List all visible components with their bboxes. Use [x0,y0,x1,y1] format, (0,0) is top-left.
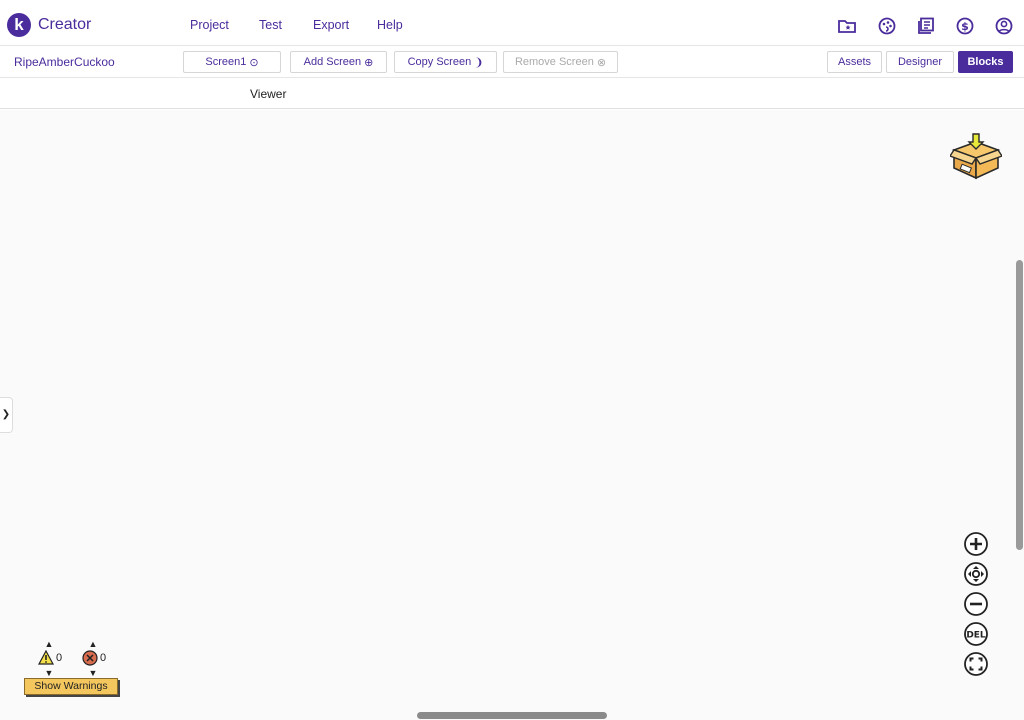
fullscreen-icon[interactable] [963,651,989,677]
show-warnings-button[interactable]: Show Warnings [24,678,118,695]
screen-toolbar: RipeAmberCuckoo Screen1 ⊙ Add Screen ⊕ C… [0,46,1024,78]
prev-warning-icon[interactable]: ▲ [44,639,54,649]
remove-screen-label: Remove Screen [514,56,594,68]
add-screen-button[interactable]: Add Screen ⊕ [290,51,387,73]
menu-project[interactable]: Project [190,18,229,32]
delete-icon[interactable]: DEL [963,621,989,647]
app-logo[interactable]: k [7,13,31,37]
project-name: RipeAmberCuckoo [14,55,115,69]
next-warning-icon[interactable]: ▼ [44,668,54,678]
palette-icon[interactable] [877,16,897,36]
center-icon[interactable] [963,561,989,587]
warning-indicator: ▲ 0 ▼ [36,639,66,679]
designer-button[interactable]: Designer [886,51,954,73]
copy-icon: ❩ [474,56,484,69]
menu-help[interactable]: Help [377,18,403,32]
library-icon[interactable] [916,16,936,36]
zoom-in-icon[interactable] [963,531,989,557]
warning-icon [38,650,54,665]
viewer-label: Viewer [250,87,287,101]
error-indicator: ▲ 0 ▼ [80,639,110,679]
chevron-right-icon[interactable]: ❯ [0,397,13,433]
account-icon[interactable] [994,16,1014,36]
backpack-icon[interactable] [948,132,1004,182]
next-error-icon[interactable]: ▼ [88,668,98,678]
blocks-workspace[interactable] [0,110,1024,720]
assets-button[interactable]: Assets [827,51,882,73]
viewer-header: Viewer [0,78,1024,109]
screen-select-button[interactable]: Screen1 ⊙ [183,51,281,73]
menu-test[interactable]: Test [259,18,282,32]
copy-screen-button[interactable]: Copy Screen ❩ [394,51,497,73]
svg-text:$: $ [961,20,969,33]
menu-export[interactable]: Export [313,18,349,32]
plus-circle-icon: ⊕ [364,56,374,69]
app-title: Creator [38,16,92,33]
vertical-scrollbar[interactable] [1016,260,1023,550]
dollar-icon[interactable]: $ [955,16,975,36]
error-icon [82,650,98,666]
copy-screen-label: Copy Screen [407,56,472,68]
prev-error-icon[interactable]: ▲ [88,639,98,649]
warning-count: 0 [56,652,63,664]
close-circle-icon: ⊗ [596,56,607,69]
error-count: 0 [100,652,107,664]
horizontal-scrollbar[interactable] [417,712,607,719]
zoom-out-icon[interactable] [963,591,989,617]
add-screen-label: Add Screen [303,56,362,68]
chevron-down-circle-icon: ⊙ [249,56,259,69]
folder-star-icon[interactable] [837,16,857,36]
blocks-button[interactable]: Blocks [958,51,1013,73]
top-navigation: k Creator Project Test Export Help $ [0,0,1024,46]
svg-text:DEL: DEL [966,631,986,641]
remove-screen-button[interactable]: Remove Screen ⊗ [503,51,618,73]
screen-select-label: Screen1 [205,56,247,68]
